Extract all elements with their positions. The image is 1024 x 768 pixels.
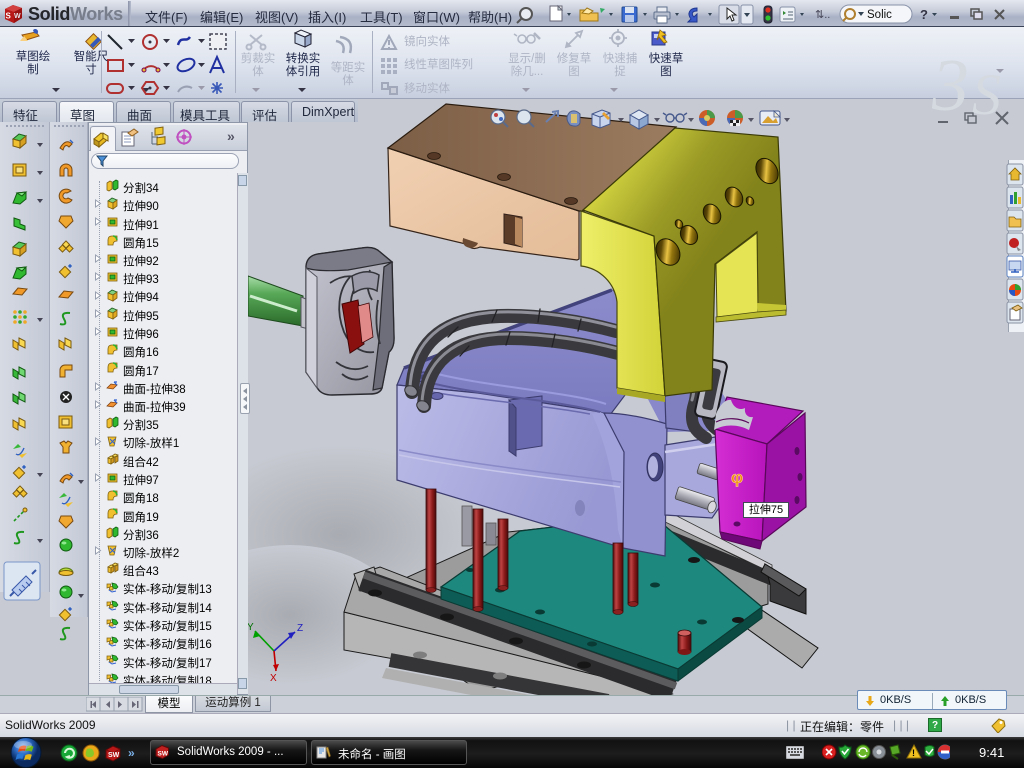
svg-text:SW: SW xyxy=(158,751,169,758)
svg-text:Z: Z xyxy=(297,623,303,634)
svg-text:⇅..: ⇅.. xyxy=(815,9,830,21)
svg-text:»: » xyxy=(227,128,235,144)
svg-text:Y: Y xyxy=(248,622,254,633)
svg-text:3: 3 xyxy=(931,48,969,123)
svg-text:SW: SW xyxy=(108,752,120,759)
svg-text:!: ! xyxy=(912,748,915,758)
svg-text:?: ? xyxy=(920,7,928,22)
svg-text:»: » xyxy=(128,746,135,760)
svg-text:φ: φ xyxy=(731,468,743,487)
svg-text:S: S xyxy=(972,62,1001,123)
svg-text:X: X xyxy=(270,673,277,684)
svg-text:Solic: Solic xyxy=(867,9,892,21)
